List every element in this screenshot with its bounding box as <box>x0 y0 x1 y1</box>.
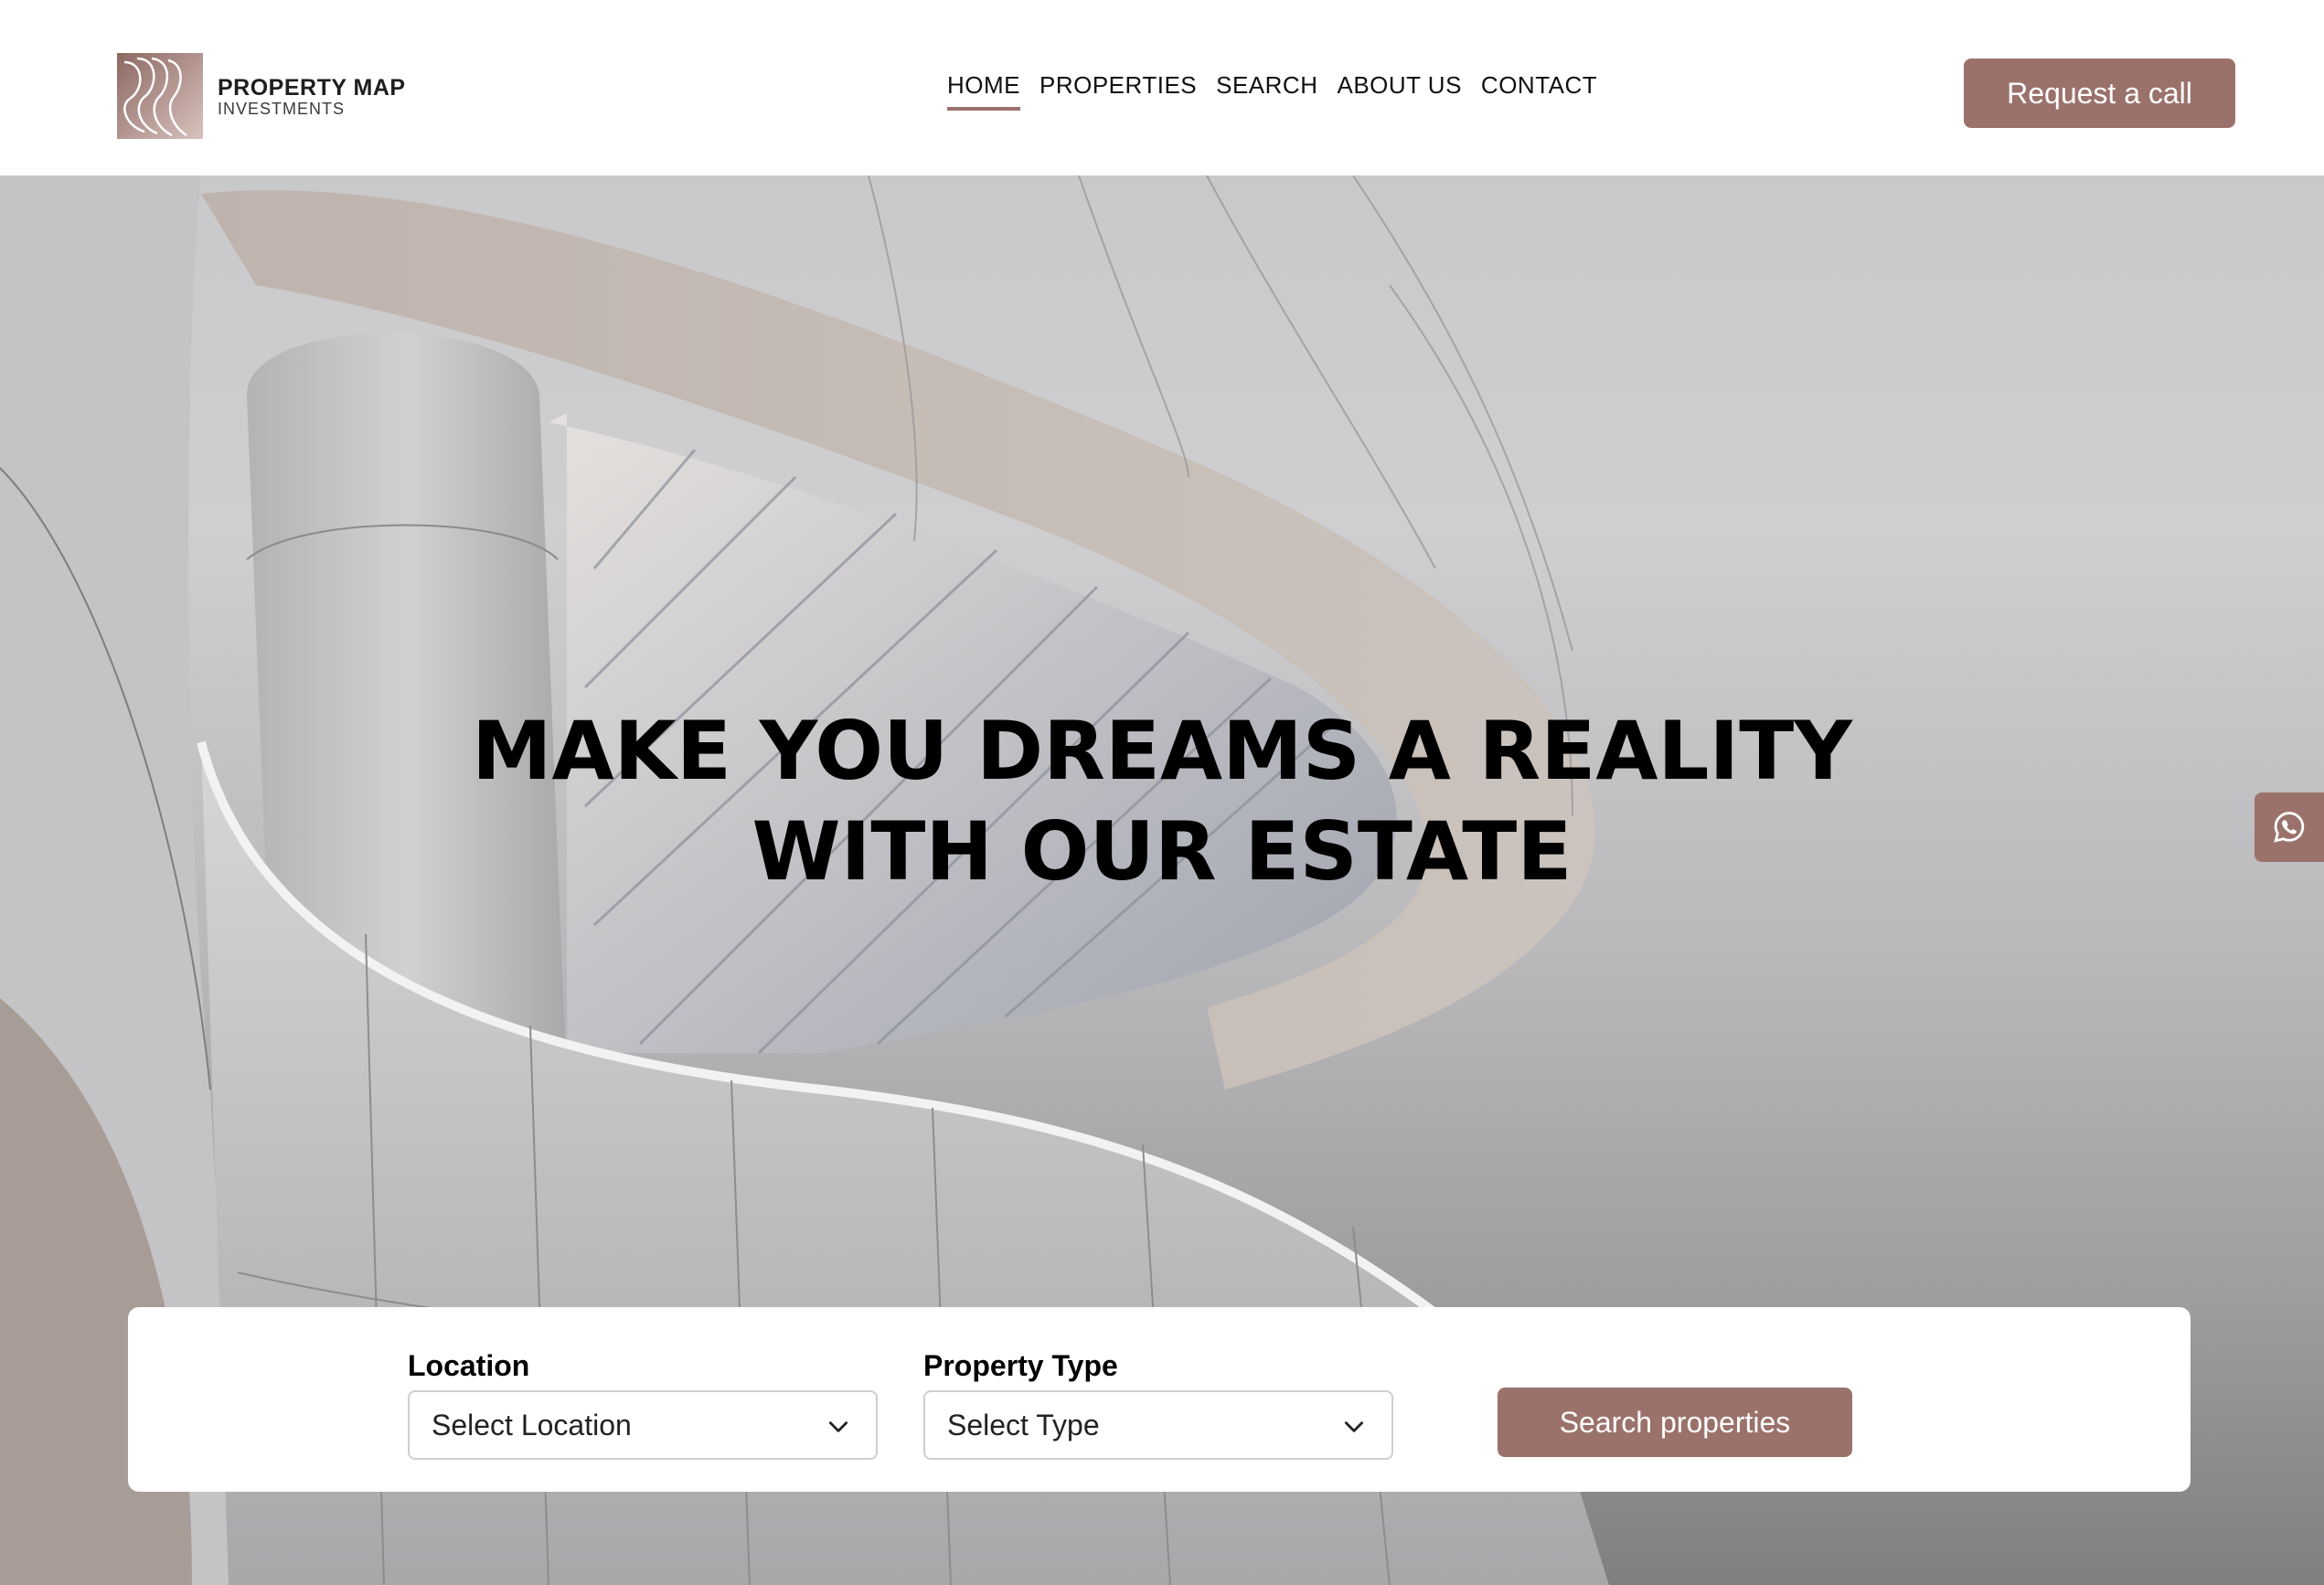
main-nav: HOME PROPERTIES SEARCH ABOUT US CONTACT <box>947 71 1597 111</box>
chevron-down-icon <box>1344 1421 1364 1432</box>
nav-about-us[interactable]: ABOUT US <box>1337 71 1461 107</box>
nav-properties[interactable]: PROPERTIES <box>1039 71 1197 107</box>
nav-search[interactable]: SEARCH <box>1216 71 1317 107</box>
search-properties-button[interactable]: Search properties <box>1498 1388 1852 1457</box>
property-type-select-value: Select Type <box>947 1408 1100 1441</box>
location-field: Location Select Location <box>408 1349 878 1460</box>
whatsapp-button[interactable] <box>2255 792 2324 862</box>
site-header: PROPERTY MAP INVESTMENTS HOME PROPERTIES… <box>0 0 2324 176</box>
request-call-button[interactable]: Request a call <box>1964 59 2235 128</box>
property-type-field: Property Type Select Type <box>923 1349 1393 1460</box>
nav-home[interactable]: HOME <box>947 71 1020 111</box>
chevron-down-icon <box>828 1421 848 1432</box>
whatsapp-icon <box>2274 812 2305 843</box>
nav-contact[interactable]: CONTACT <box>1481 71 1597 107</box>
property-search-panel: Location Select Location Property Type S… <box>128 1307 2191 1492</box>
property-type-label: Property Type <box>923 1349 1118 1382</box>
location-label: Location <box>408 1349 530 1382</box>
hero-heading-line-1: MAKE YOU DREAMS A REALITY <box>471 704 1852 798</box>
logo-mark-icon <box>117 53 203 139</box>
hero-heading-line-2: WITH OUR ESTATE <box>752 804 1572 899</box>
property-type-select[interactable]: Select Type <box>923 1390 1393 1460</box>
brand-logo[interactable]: PROPERTY MAP INVESTMENTS <box>117 53 406 139</box>
brand-subtitle: INVESTMENTS <box>218 99 346 118</box>
hero-heading: MAKE YOU DREAMS A REALITY WITH OUR ESTAT… <box>0 701 2324 902</box>
location-select[interactable]: Select Location <box>408 1390 878 1460</box>
brand-name: PROPERTY MAP <box>218 74 406 101</box>
location-select-value: Select Location <box>432 1408 632 1441</box>
